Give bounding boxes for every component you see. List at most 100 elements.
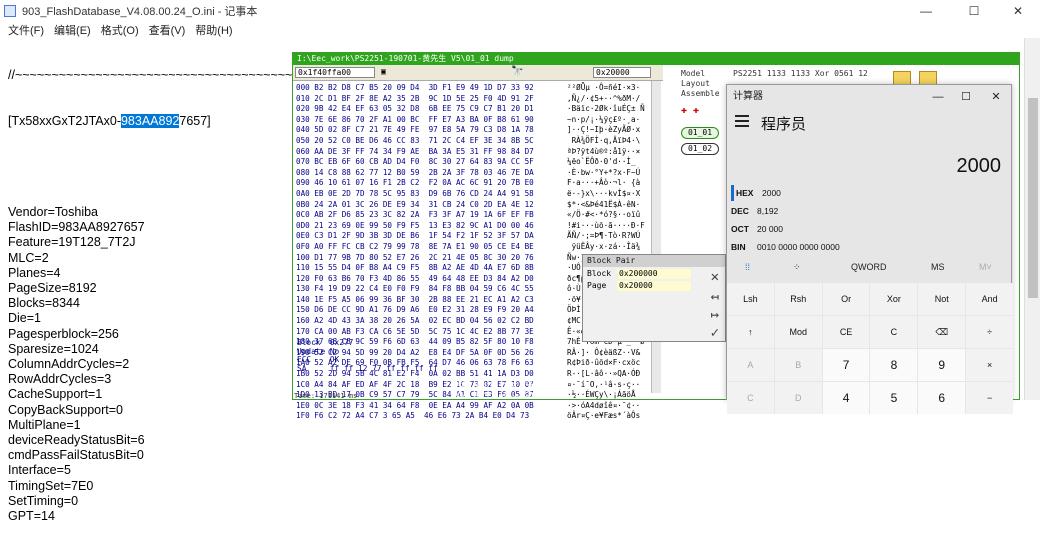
menu-format[interactable]: 格式(O) <box>101 22 139 38</box>
radix-value: 8,192 <box>757 206 779 216</box>
hex-row: 1F0 F6 C2 72 A4 C7 3 65 A5 46 E6 73 2A B… <box>296 411 530 421</box>
memory-button[interactable]: M˅ <box>979 262 992 272</box>
ascii-row: ·>·óA4døîê¤·¯¢·· <box>567 400 641 410</box>
hex-row: 160 A2 4D 43 3A 38 20 26 5A 02 EC BD 04 … <box>296 316 534 326</box>
radix-dec[interactable]: DEC 8,192 <box>731 203 861 219</box>
radix-bin[interactable]: BIN 0010 0000 0000 0000 <box>731 239 911 255</box>
status-time: Time: 171141 ms <box>294 392 358 400</box>
block-field[interactable]: 0x200000 <box>617 269 691 279</box>
vertical-scrollbar[interactable] <box>1024 38 1040 400</box>
close-icon[interactable]: ✕ <box>996 0 1040 22</box>
arrow-icon[interactable]: ▣ <box>381 67 386 76</box>
menu-help[interactable]: 帮助(H) <box>195 22 232 38</box>
hex-row: 120 F0 63 B6 70 F3 4D 86 55 49 64 48 EE … <box>296 273 534 283</box>
hex-row: 0D0 21 23 69 0E 99 50 F9 F5 13 E3 82 9C … <box>296 220 534 230</box>
text-line: TimingSet=7E0 <box>8 478 94 493</box>
calc-key[interactable]: 4 <box>822 382 870 414</box>
radix-hex[interactable]: HEX 2000 <box>731 185 861 201</box>
calc-key[interactable]: B <box>774 349 822 381</box>
bit-toggle-icon[interactable]: ⁘ <box>793 262 801 273</box>
calc-key[interactable]: ⌫ <box>918 316 966 348</box>
calc-key[interactable]: CE <box>822 316 870 348</box>
calc-key[interactable]: Not <box>918 283 966 315</box>
calc-key[interactable]: Mod <box>774 316 822 348</box>
calc-key[interactable]: × <box>966 349 1013 381</box>
ascii-row: !#i···ùõ·ã····Ð·F <box>567 220 645 230</box>
check-icon[interactable]: ✓ <box>711 325 719 341</box>
forward-arrow-icon[interactable]: ↦ <box>711 307 719 323</box>
calc-key[interactable]: D <box>774 382 822 414</box>
calc-key[interactable]: Xor <box>870 283 918 315</box>
ascii-row: R¢Þið·ûõd×F·cxöc <box>567 358 641 368</box>
watermark: 数码之家 <box>450 378 547 403</box>
calculator-window: 计算器 — ☐ ✕ 程序员 2000 HEX 2000 DEC 8,192 OCT 2… <box>726 84 1013 414</box>
radix-oct[interactable]: OCT 20 000 <box>731 221 861 237</box>
minimize-icon[interactable]: — <box>904 0 948 22</box>
hex-row: 030 7E 6E 86 70 2F A1 00 BC FF E7 A3 BA … <box>296 114 534 124</box>
calc-key[interactable]: Rsh <box>774 283 822 315</box>
binoculars-icon[interactable]: 🔭 <box>511 66 523 77</box>
hex-row: 070 BC EB 6F 60 CB AD D4 F0 8C 30 27 64 … <box>296 157 534 167</box>
calc-display: 2000 <box>956 155 1002 177</box>
node-01-01[interactable]: 01_01 <box>681 127 719 139</box>
menu-view[interactable]: 查看(V) <box>149 22 186 38</box>
calc-keypad: Lsh Rsh Or Xor Not And ↑ Mod CE C ⌫ ÷ A B 7 8 9 × C D 4 5 6− <box>727 283 1013 414</box>
calc-mode: 程序员 <box>761 116 807 133</box>
hamburger-menu-icon[interactable] <box>735 115 749 127</box>
calc-key[interactable]: 6 <box>918 382 966 414</box>
ascii-row: ¤·¯í¯O,·¹â·s·ç·· <box>567 379 641 389</box>
selected-text: 983AA892 <box>120 114 180 129</box>
text-segment: 7657] <box>179 114 211 129</box>
hex-scrollbar[interactable] <box>651 81 661 393</box>
ascii-row: ÿüËÂy·x·zá··Îä¾ <box>567 241 641 251</box>
calc-key[interactable]: A <box>727 349 774 381</box>
calc-key[interactable]: − <box>966 382 1013 414</box>
hex-row: 100 D1 77 9B 7D 80 52 E7 26 2C 21 4E 05 … <box>296 252 534 262</box>
calc-maximize-icon[interactable]: ☐ <box>951 85 981 109</box>
window-title: 903_FlashDatabase_V4.08.00.24_O.ini - 记事… <box>22 6 258 18</box>
calc-key[interactable]: Or <box>822 283 870 315</box>
calc-key[interactable]: C <box>727 382 774 414</box>
ascii-row: $*·<&Þé41Ë$À-êN· <box>567 199 641 209</box>
calc-key[interactable]: 9 <box>918 349 966 381</box>
page-field[interactable]: 0x20000 <box>593 67 651 78</box>
folder-icon[interactable] <box>919 71 937 85</box>
notepad-text-area[interactable]: //~~~~~~~~~~~~~~~~~~~~~~~~~~~~~~~~~~~~~~… <box>8 38 672 540</box>
ascii-row: öÂr¤Ç·e¥Fæs*´àÔs <box>567 411 641 421</box>
calc-minimize-icon[interactable]: — <box>923 85 953 109</box>
calc-key[interactable]: And <box>966 283 1013 315</box>
calc-tabs: ⁞⁞ ⁘ QWORD MS M˅ <box>727 257 1013 281</box>
calc-key[interactable]: ÷ <box>966 316 1013 348</box>
radix-name: BIN <box>731 242 746 252</box>
dialog-title: Block Pair <box>583 255 725 267</box>
close-x-icon[interactable]: ✕ <box>711 269 719 285</box>
radix-name: HEX <box>736 188 754 198</box>
calc-close-icon[interactable]: ✕ <box>981 85 1011 109</box>
text-line: SetTiming=0 <box>8 493 79 508</box>
menu-file[interactable]: 文件(F) <box>8 22 44 38</box>
page-value-field[interactable]: 0x20000 <box>617 281 691 291</box>
calc-key[interactable]: 5 <box>870 382 918 414</box>
menu-edit[interactable]: 编辑(E) <box>54 22 91 38</box>
ascii-row: ~n·p/¡·¼ÿç£º·¸a· <box>567 114 641 124</box>
node-01-02[interactable]: 01_02 <box>681 143 719 155</box>
calc-key[interactable]: Lsh <box>727 283 774 315</box>
folder-icon[interactable] <box>893 71 911 85</box>
ascii-dump: ²²ØǕµ ·Ô=ñéI·×3· ,Ñ¿/·¢5+··^%ðM·/·Bäïc·2Ø… <box>567 83 645 422</box>
scroll-thumb[interactable] <box>1028 98 1038 298</box>
calc-key[interactable]: C <box>870 316 918 348</box>
hex-row: 0E0 C3 D1 2F 9D 3B 3D DE B6 1F 54 F2 1F … <box>296 231 534 241</box>
text-line: CacheSupport=1 <box>8 387 103 402</box>
hex-row: 0A0 EB 0E 2D 7D 78 5C 95 83 D9 6B 76 CD … <box>296 188 534 198</box>
memory-store-button[interactable]: MS <box>931 262 945 272</box>
notepad-titlebar: 903_FlashDatabase_V4.08.00.24_O.ini - 记事… <box>0 0 1040 22</box>
calc-key[interactable]: 7 <box>822 349 870 381</box>
add-icon[interactable]: ✚ ✚ <box>681 105 699 116</box>
word-size-button[interactable]: QWORD <box>851 262 887 272</box>
maximize-icon[interactable]: ☐ <box>952 0 996 22</box>
keypad-icon[interactable]: ⁞⁞ <box>745 262 750 272</box>
calc-key[interactable]: ↑ <box>727 316 774 348</box>
offset-field[interactable]: 0x1f40ffa00 <box>295 67 375 78</box>
back-arrow-icon[interactable]: ↤ <box>711 289 719 305</box>
calc-key[interactable]: 8 <box>870 349 918 381</box>
